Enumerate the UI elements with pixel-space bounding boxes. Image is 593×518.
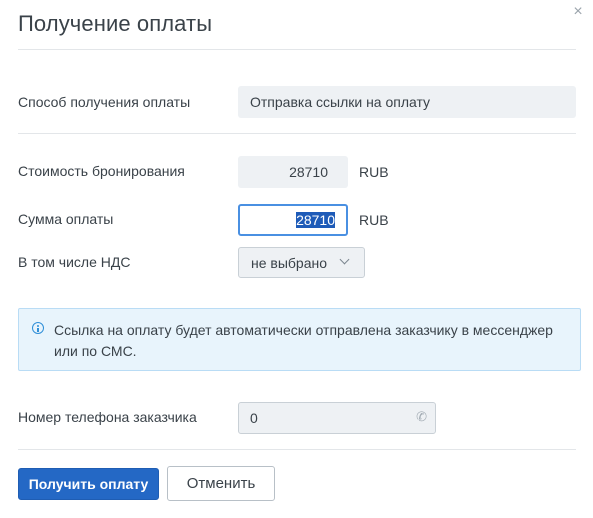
dialog-title: Получение оплаты xyxy=(18,11,213,36)
vat-select[interactable]: не выбрано xyxy=(238,247,365,278)
vat-label: В том числе НДС xyxy=(18,254,131,270)
info-icon xyxy=(32,322,44,334)
booking-cost-label: Стоимость бронирования xyxy=(18,163,185,179)
footer-divider xyxy=(18,449,576,450)
title-divider xyxy=(18,49,576,50)
payment-amount-input[interactable]: 28710 xyxy=(238,204,348,236)
get-payment-button[interactable]: Получить оплату xyxy=(18,468,159,500)
phone-label: Номер телефона заказчика xyxy=(18,409,197,425)
section-divider xyxy=(18,133,576,134)
booking-cost-currency: RUB xyxy=(359,164,389,180)
vat-select-value: не выбрано xyxy=(251,255,328,271)
cancel-button[interactable]: Отменить xyxy=(167,466,275,501)
chevron-down-icon xyxy=(339,254,350,265)
booking-cost-value: 28710 xyxy=(238,156,348,188)
payment-dialog: Получение оплаты × Способ получения опла… xyxy=(0,0,593,518)
phone-input[interactable]: 0 ✆ xyxy=(238,402,436,434)
payment-amount-currency: RUB xyxy=(359,212,389,228)
phone-icon: ✆ xyxy=(416,409,427,424)
info-notice-text: Ссылка на оплату будет автоматически отп… xyxy=(54,322,553,359)
phone-value: 0 xyxy=(250,410,258,426)
payment-method-label: Способ получения оплаты xyxy=(18,94,191,110)
payment-method-value: Отправка ссылки на оплату xyxy=(238,86,576,118)
payment-amount-selected-text: 28710 xyxy=(296,212,335,228)
info-notice: Ссылка на оплату будет автоматически отп… xyxy=(18,308,581,371)
payment-amount-label: Сумма оплаты xyxy=(18,211,114,227)
close-icon[interactable]: × xyxy=(571,4,585,20)
